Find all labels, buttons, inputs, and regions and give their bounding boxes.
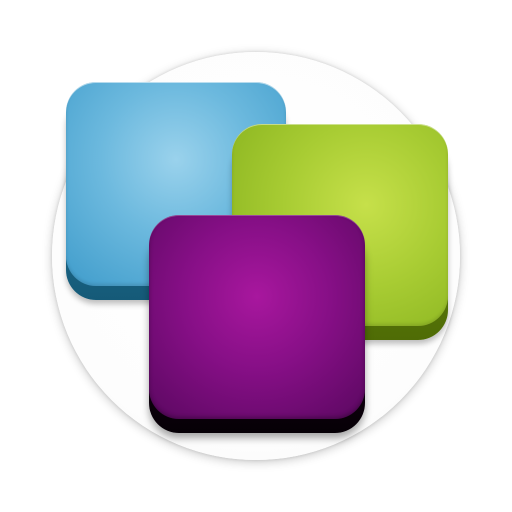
app-icon xyxy=(0,0,512,512)
purple-tile-face xyxy=(149,215,365,419)
purple-tile xyxy=(149,215,365,433)
